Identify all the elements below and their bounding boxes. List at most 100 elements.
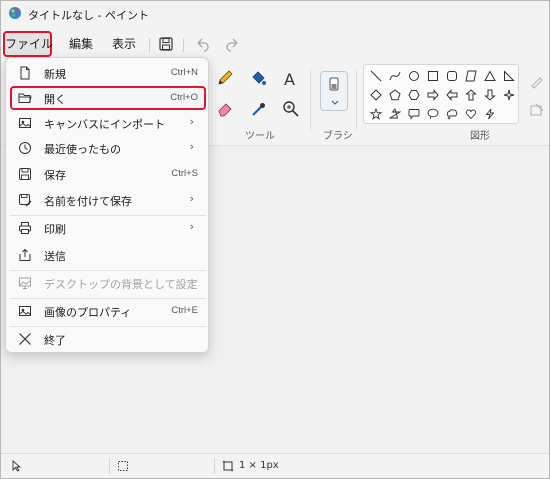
brush-button[interactable]: [320, 71, 348, 111]
menu-item-share[interactable]: 送信: [10, 243, 206, 267]
heart-shape-icon[interactable]: [465, 108, 477, 120]
four-point-star-shape-icon[interactable]: [503, 89, 515, 101]
menu-item-shortcut: Ctrl+N: [170, 67, 198, 78]
cloud-callout-shape-icon[interactable]: [446, 108, 458, 120]
oval-callout-shape-icon[interactable]: [427, 108, 439, 120]
menu-item-label: 最近使ったもの: [44, 143, 121, 156]
pencil-icon[interactable]: [214, 67, 236, 89]
ribbon-divider: [356, 69, 357, 131]
canvas-size-text: 1 × 1px: [239, 460, 279, 471]
statusbar-divider: [214, 458, 215, 474]
menu-item-new[interactable]: 新規 Ctrl+N: [10, 61, 206, 85]
window-title: タイトルなし - ペイント: [28, 9, 149, 22]
five-point-star-shape-icon[interactable]: [370, 108, 382, 120]
canvas-size-icon: [222, 460, 234, 472]
file-menu-button[interactable]: ファイル: [3, 31, 53, 57]
menu-item-label: 名前を付けて保存: [44, 195, 132, 208]
print-icon: [19, 222, 31, 234]
outline-icon[interactable]: [526, 71, 548, 93]
menu-bar: ファイル 編集 表示: [1, 28, 549, 58]
menu-item-shortcut: Ctrl+E: [171, 305, 198, 316]
cursor-position-icon: [12, 460, 22, 472]
chevron-down-icon: [331, 100, 339, 105]
menu-item-exit[interactable]: 終了: [10, 327, 206, 351]
menu-item-open[interactable]: 開く Ctrl+O: [10, 86, 206, 110]
fill-icon[interactable]: [526, 99, 548, 121]
undo-icon[interactable]: [192, 34, 212, 54]
save-as-icon: [19, 194, 32, 207]
rectangle-shape-icon[interactable]: [427, 70, 439, 82]
submenu-arrow-icon: ›: [189, 115, 194, 128]
menu-item-label: 送信: [44, 250, 66, 263]
triangle-shape-icon[interactable]: [484, 70, 496, 82]
rounded-callout-shape-icon[interactable]: [408, 108, 420, 120]
menu-item-label: 印刷: [44, 223, 66, 236]
menu-item-shortcut: Ctrl+O: [170, 92, 198, 103]
brush-icon: [329, 77, 339, 91]
close-icon: [19, 333, 31, 345]
curve-shape-icon[interactable]: [389, 70, 401, 82]
eraser-icon[interactable]: [214, 98, 236, 120]
menu-item-label: 画像のプロパティ: [44, 306, 132, 319]
menu-item-save[interactable]: 保存 Ctrl+S: [10, 162, 206, 186]
menu-item-import-to-canvas[interactable]: キャンバスにインポート ›: [10, 111, 206, 135]
color-picker-icon[interactable]: [247, 98, 269, 120]
shapes-group-label: 図形: [470, 131, 490, 142]
fill-bucket-icon[interactable]: [247, 67, 269, 89]
menu-item-set-as-desktop-background: デスクトップの背景として設定 ›: [10, 271, 206, 295]
image-properties-icon: [19, 306, 31, 316]
diamond-shape-icon[interactable]: [370, 89, 382, 101]
redo-icon[interactable]: [223, 34, 243, 54]
toolbar-ribbon: A ツール ブラシ 図形: [209, 59, 549, 145]
text-icon[interactable]: A: [280, 67, 302, 89]
share-icon: [19, 248, 31, 261]
magnifier-icon[interactable]: [280, 98, 302, 120]
menu-item-label: デスクトップの背景として設定: [44, 278, 198, 291]
brush-group-label: ブラシ: [323, 131, 353, 142]
ribbon-divider: [310, 69, 311, 131]
paint-window: タイトルなし - ペイント ファイル 編集 表示 A ツール ブラシ 図形 1 …: [0, 0, 550, 479]
menu-item-save-as[interactable]: 名前を付けて保存 ›: [10, 188, 206, 212]
selection-size-icon: [118, 461, 128, 471]
svg-text:A: A: [284, 70, 295, 89]
menu-item-recent[interactable]: 最近使ったもの ›: [10, 136, 206, 160]
up-arrow-shape-icon[interactable]: [465, 89, 477, 101]
view-menu-button[interactable]: 表示: [107, 31, 141, 57]
menubar-divider: [149, 38, 150, 52]
submenu-arrow-icon: ›: [189, 140, 194, 153]
menu-item-label: キャンバスにインポート: [44, 118, 165, 131]
pentagon-shape-icon[interactable]: [389, 89, 401, 101]
oval-shape-icon[interactable]: [408, 70, 420, 82]
menu-item-image-properties[interactable]: 画像のプロパティ Ctrl+E: [10, 299, 206, 323]
line-shape-icon[interactable]: [370, 70, 382, 82]
menu-item-label: 保存: [44, 169, 66, 182]
tools-group-label: ツール: [245, 131, 275, 142]
save-icon[interactable]: [156, 34, 176, 54]
open-folder-icon: [18, 93, 32, 103]
menu-item-label: 開く: [44, 93, 66, 106]
rounded-rectangle-shape-icon[interactable]: [446, 70, 458, 82]
statusbar-divider: [109, 458, 110, 474]
hexagon-shape-icon[interactable]: [408, 89, 420, 101]
status-bar: 1 × 1px: [1, 453, 549, 478]
recent-clock-icon: [19, 142, 31, 154]
down-arrow-shape-icon[interactable]: [484, 89, 496, 101]
import-image-icon: [19, 118, 31, 128]
right-arrow-shape-icon[interactable]: [427, 89, 439, 101]
menu-item-print[interactable]: 印刷 ›: [10, 216, 206, 240]
lightning-shape-icon[interactable]: [484, 108, 496, 120]
menubar-divider: [183, 38, 184, 52]
submenu-arrow-icon: ›: [189, 275, 194, 288]
shapes-gallery: [363, 64, 519, 124]
new-file-icon: [20, 66, 30, 80]
six-point-star-shape-icon[interactable]: [389, 108, 401, 120]
file-menu-dropdown: 新規 Ctrl+N 開く Ctrl+O キャンバスにインポート › 最近使ったも…: [5, 57, 209, 353]
edit-menu-button[interactable]: 編集: [63, 31, 99, 57]
submenu-arrow-icon: ›: [189, 192, 194, 205]
save-icon: [19, 168, 31, 180]
paint-app-icon: [9, 7, 21, 19]
right-triangle-shape-icon[interactable]: [503, 70, 515, 82]
left-arrow-shape-icon[interactable]: [446, 89, 458, 101]
polygon-shape-icon[interactable]: [465, 70, 477, 82]
menu-item-label: 新規: [44, 68, 66, 81]
